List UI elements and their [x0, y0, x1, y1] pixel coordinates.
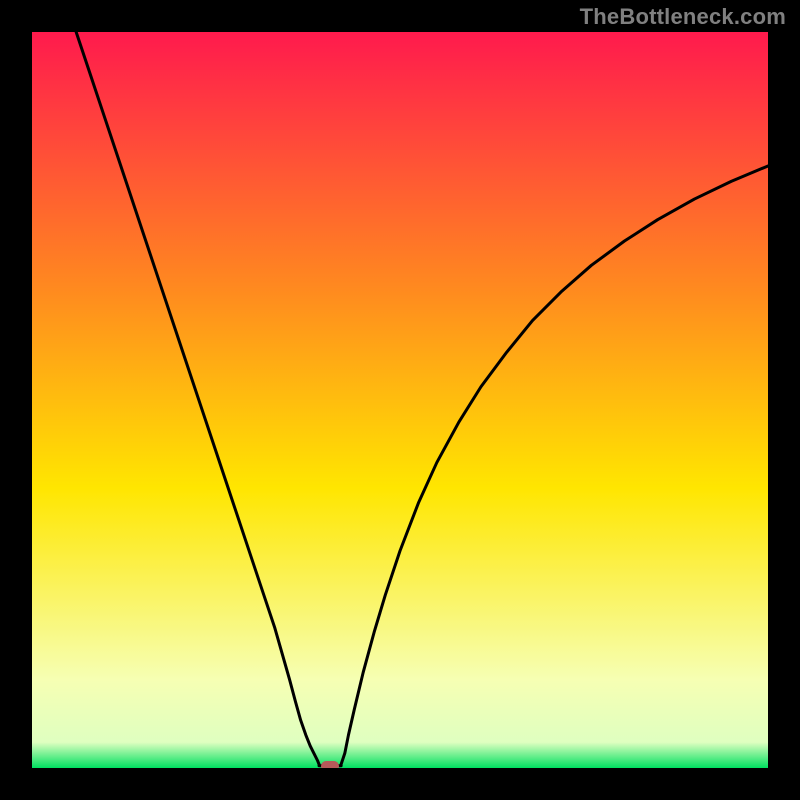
watermark-text: TheBottleneck.com [580, 4, 786, 30]
optimum-marker [321, 761, 339, 768]
chart-svg [32, 32, 768, 768]
plot-area [32, 32, 768, 768]
gradient-background [32, 32, 768, 768]
chart-frame: TheBottleneck.com [0, 0, 800, 800]
